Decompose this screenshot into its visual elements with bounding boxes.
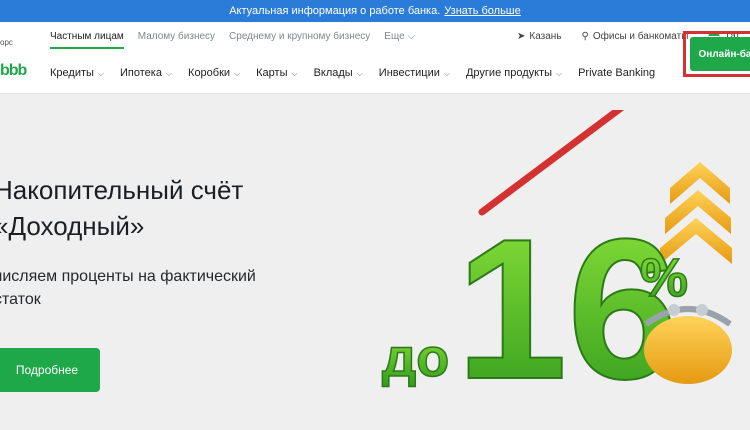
offices-label: Офисы и банкоматы: [592, 31, 689, 42]
nav-other-products-label: Другие продукты: [465, 67, 552, 79]
map-pin-icon: ⚲: [581, 31, 589, 42]
nav-mortgage[interactable]: Ипотека ⌵: [120, 67, 172, 79]
chevron-down-icon: ⌵: [407, 31, 416, 42]
hero-description-line-2: статок: [0, 291, 41, 308]
location-arrow-icon: ➤: [516, 31, 526, 42]
nav-other-products[interactable]: Другие продукты ⌵: [466, 67, 562, 79]
chevron-down-icon: ⌵: [234, 69, 241, 78]
offices-link[interactable]: ⚲ Офисы и банкоматы: [582, 31, 689, 42]
nav-credits-label: Кредиты: [50, 67, 94, 79]
segment-more[interactable]: Еще ⌵: [384, 31, 415, 49]
segment-private[interactable]: Частным лицам: [50, 31, 124, 49]
promo-rate: 16: [456, 198, 678, 421]
hero-title: Накопительный счёт «Доходный»: [0, 172, 243, 244]
segment-nav: Частным лицам Малому бизнесу Среднему и …: [50, 31, 415, 49]
nav-cards[interactable]: Карты ⌵: [256, 67, 297, 79]
info-bar-link[interactable]: Узнать больше: [444, 5, 520, 17]
nav-investments[interactable]: Инвестиции ⌵: [379, 67, 450, 79]
site-header: орс bbb Частным лицам Малому бизнесу Сре…: [0, 22, 750, 94]
bank-logo[interactable]: bbb: [0, 62, 27, 80]
pointer-arrow-icon: [478, 110, 625, 216]
main-nav: Кредиты ⌵ Ипотека ⌵ Коробки ⌵ Карты ⌵ Вклады…: [50, 67, 655, 79]
nav-boxes-label: Коробки: [188, 67, 231, 79]
coin-purse-icon: [644, 304, 732, 384]
nav-credits[interactable]: Кредиты ⌵: [50, 67, 104, 79]
nav-mortgage-label: Ипотека: [120, 67, 162, 79]
more-details-button[interactable]: Подробнее: [0, 348, 100, 392]
info-bar: Актуальная информация о работе банка. Уз…: [0, 0, 750, 22]
city-selector[interactable]: ➤ Казань: [517, 31, 562, 42]
segment-more-label: Еще: [384, 31, 405, 42]
info-bar-text: Актуальная информация о работе банка.: [229, 5, 441, 17]
nav-investments-label: Инвестиции: [378, 67, 440, 79]
hero-title-line-2: «Доходный»: [0, 211, 145, 241]
hero-description-line-1: числяем проценты на фактический: [0, 268, 256, 285]
chevron-down-icon: ⌵: [556, 69, 563, 78]
nav-deposits[interactable]: Вклады ⌵: [314, 67, 363, 79]
nav-private-banking[interactable]: Private Banking: [578, 67, 655, 79]
nav-boxes[interactable]: Коробки ⌵: [188, 67, 240, 79]
promo-prefix: до: [382, 328, 449, 388]
city-label: Казань: [529, 31, 562, 42]
segment-small-business[interactable]: Малому бизнесу: [138, 31, 215, 49]
hero-description: числяем проценты на фактический статок: [0, 265, 256, 311]
logo-caption: орс: [0, 38, 13, 47]
nav-deposits-label: Вклады: [313, 67, 353, 79]
chevron-down-icon: ⌵: [165, 69, 173, 78]
highlight-frame: [683, 31, 750, 77]
chevron-down-icon: ⌵: [443, 69, 450, 78]
promo-illustration: до 16 %: [381, 110, 732, 422]
chevron-down-icon: ⌵: [356, 69, 363, 78]
chevron-down-icon: ⌵: [97, 69, 104, 78]
chevron-down-icon: ⌵: [291, 69, 298, 78]
hero-title-line-1: Накопительный счёт: [0, 175, 244, 205]
promo-percent: %: [640, 248, 688, 308]
nav-cards-label: Карты: [256, 67, 288, 79]
segment-corporate[interactable]: Среднему и крупному бизнесу: [229, 31, 370, 49]
